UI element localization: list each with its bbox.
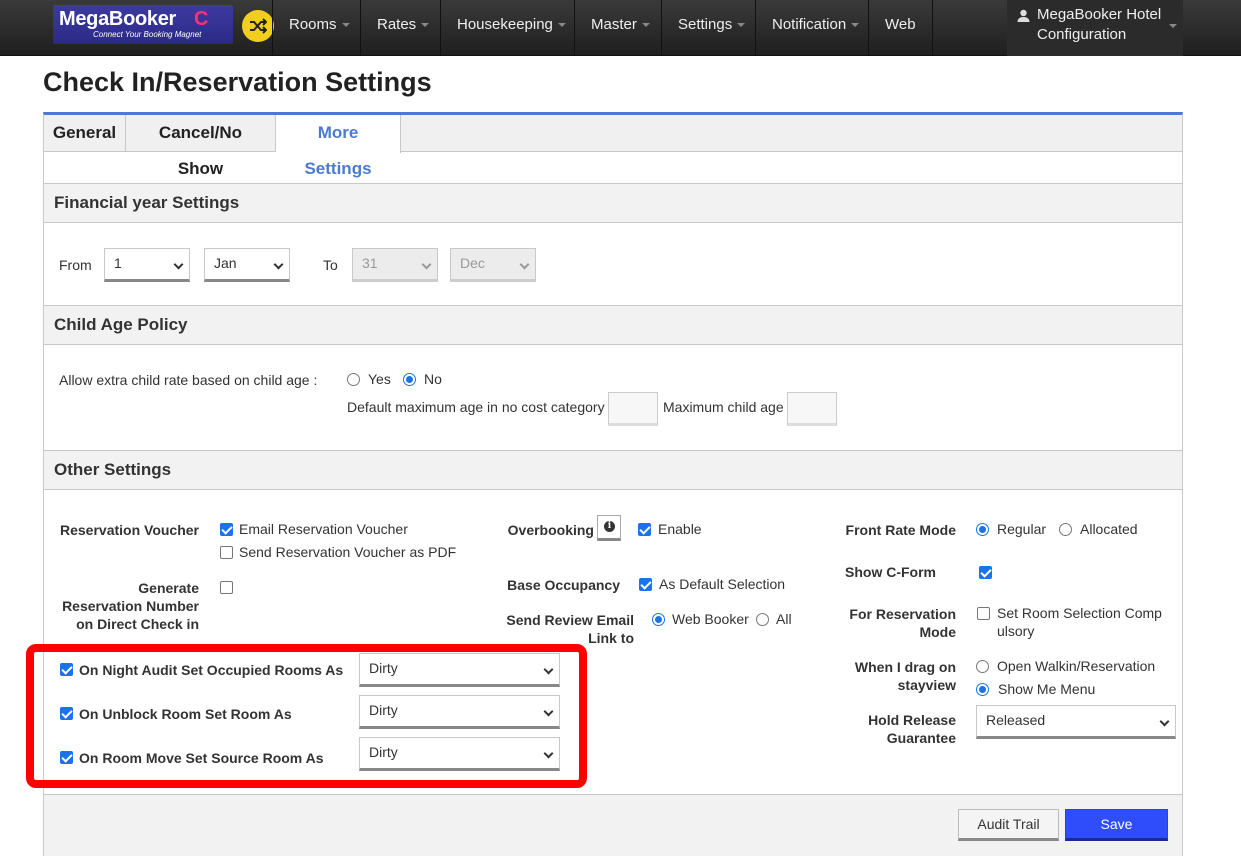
from-label: From xyxy=(59,257,92,273)
room-selection-checkbox[interactable] xyxy=(977,607,990,620)
child-rate-no-radio[interactable] xyxy=(403,373,416,386)
nav-housekeeping[interactable]: Housekeeping xyxy=(440,0,582,56)
child-rate-yes-label: Yes xyxy=(368,371,391,387)
drag-open-walkin-radio[interactable] xyxy=(976,660,989,673)
max-child-age-input[interactable] xyxy=(787,392,837,426)
chevron-down-icon xyxy=(519,259,530,270)
info-icon: i xyxy=(604,521,615,532)
caret-down-icon xyxy=(851,23,860,28)
base-occupancy-checkbox[interactable] xyxy=(639,578,652,591)
room-selection-label-2: ulsory xyxy=(997,623,1035,639)
review-web-booker-label: Web Booker xyxy=(672,611,749,627)
highlight-box xyxy=(26,644,587,788)
tab-cancel-no-show[interactable]: Cancel/No Show xyxy=(126,115,276,178)
child-rate-no-label: No xyxy=(424,371,442,387)
default-max-age-label: Default maximum age in no cost category xyxy=(347,399,605,415)
caret-down-icon xyxy=(341,23,350,28)
generate-number-label-3: on Direct Check in xyxy=(76,616,199,632)
logo-text: MegaBooker xyxy=(59,8,177,30)
tab-more-settings[interactable]: More Settings xyxy=(276,115,401,178)
child-rate-yes-radio[interactable] xyxy=(347,373,360,386)
to-label: To xyxy=(323,257,338,273)
page-title: Check In/Reservation Settings xyxy=(43,67,432,97)
front-rate-regular-radio[interactable] xyxy=(976,523,989,536)
drag-stayview-label-1: When I drag on xyxy=(854,659,956,675)
nav-notification[interactable]: Notification xyxy=(755,0,875,56)
review-web-booker-radio[interactable] xyxy=(652,613,665,626)
review-all-radio[interactable] xyxy=(756,613,769,626)
logo-tagline: Connect Your Booking Magnet xyxy=(93,30,202,39)
nav-rooms[interactable]: Rooms xyxy=(272,0,366,56)
reservation-voucher-label: Reservation Voucher xyxy=(59,522,199,538)
caret-down-icon xyxy=(557,23,566,28)
from-day-select[interactable]: 1 xyxy=(104,248,190,282)
nav-rates[interactable]: Rates xyxy=(360,0,445,56)
footer-bar: Audit Trail Save xyxy=(44,794,1182,856)
tab-general[interactable]: General xyxy=(44,115,126,152)
front-rate-mode-label: Front Rate Mode xyxy=(845,522,956,538)
user-name: MegaBooker Hotel xyxy=(1037,6,1162,23)
other-settings-heading: Other Settings xyxy=(44,450,1182,490)
c-form-checkbox[interactable] xyxy=(979,566,992,579)
overbooking-enable-checkbox[interactable] xyxy=(638,523,651,536)
overbooking-info-button[interactable]: i xyxy=(597,515,621,541)
nav-web[interactable]: Web xyxy=(868,0,933,56)
caret-down-icon xyxy=(1169,24,1177,28)
reservation-mode-label-2: Mode xyxy=(919,624,956,640)
pdf-voucher-checkbox[interactable] xyxy=(220,546,233,559)
drag-stayview-label-2: stayview xyxy=(897,677,956,693)
caret-down-icon xyxy=(421,23,430,28)
shuffle-icon[interactable] xyxy=(242,10,274,42)
drag-open-walkin-label: Open Walkin/Reservation xyxy=(997,658,1156,674)
review-all-label: All xyxy=(776,611,792,627)
user-icon xyxy=(1017,9,1030,22)
hold-release-select[interactable]: Released xyxy=(976,705,1176,739)
front-rate-allocated-radio[interactable] xyxy=(1059,523,1072,536)
generate-number-label-1: Generate xyxy=(138,580,199,596)
chevron-down-icon xyxy=(273,259,284,270)
hold-release-label-2: Guarantee xyxy=(886,730,956,746)
chevron-down-icon xyxy=(421,259,432,270)
front-rate-allocated-label: Allocated xyxy=(1080,521,1138,537)
child-age-heading: Child Age Policy xyxy=(44,305,1182,345)
user-role: Configuration xyxy=(1037,26,1127,43)
hold-release-label-1: Hold Release xyxy=(868,712,956,728)
room-selection-label-1: Set Room Selection Comp xyxy=(997,605,1162,621)
reservation-mode-label-1: For Reservation xyxy=(849,606,956,622)
max-child-age-label: Maximum child age xyxy=(663,399,784,415)
chevron-down-icon xyxy=(1159,716,1170,727)
base-occupancy-label: Base Occupancy xyxy=(507,577,620,593)
pdf-voucher-label: Send Reservation Voucher as PDF xyxy=(239,544,457,560)
tab-bar: General Cancel/No Show More Settings xyxy=(44,115,1182,178)
email-voucher-label: Email Reservation Voucher xyxy=(239,521,408,537)
to-day-select: 31 xyxy=(352,248,438,282)
base-occupancy-option: As Default Selection xyxy=(659,576,786,592)
chevron-down-icon xyxy=(173,259,184,270)
audit-trail-button[interactable]: Audit Trail xyxy=(958,809,1059,841)
front-rate-regular-label: Regular xyxy=(997,521,1047,537)
c-form-label: Show C-Form xyxy=(845,564,936,580)
generate-number-checkbox[interactable] xyxy=(220,581,233,594)
overbooking-enable-label: Enable xyxy=(658,521,702,537)
user-menu[interactable]: MegaBooker Hotel Configuration xyxy=(1007,0,1183,56)
nav-master[interactable]: Master xyxy=(574,0,666,56)
drag-show-menu-radio[interactable] xyxy=(976,683,989,696)
caret-down-icon xyxy=(641,23,650,28)
overbooking-label: Overbooking xyxy=(507,522,594,538)
drag-show-menu-label: Show Me Menu xyxy=(998,681,1096,697)
email-voucher-checkbox[interactable] xyxy=(220,523,233,536)
generate-number-label-2: Reservation Number xyxy=(62,598,199,614)
megabooker-logo[interactable]: MegaBooker C Connect Your Booking Magnet xyxy=(53,5,233,44)
to-month-select: Dec xyxy=(450,248,536,282)
financial-year-heading: Financial year Settings xyxy=(44,183,1182,223)
top-navbar: MegaBooker C Connect Your Booking Magnet… xyxy=(0,0,1241,56)
default-max-age-input[interactable] xyxy=(608,392,658,426)
save-button[interactable]: Save xyxy=(1065,809,1168,841)
review-email-label-1: Send Review Email xyxy=(506,612,634,628)
from-month-select[interactable]: Jan xyxy=(204,248,290,282)
logo-mark: C xyxy=(194,8,209,30)
nav-settings[interactable]: Settings xyxy=(661,0,761,56)
extra-child-rate-label: Allow extra child rate based on child ag… xyxy=(59,372,318,388)
caret-down-icon xyxy=(737,23,746,28)
